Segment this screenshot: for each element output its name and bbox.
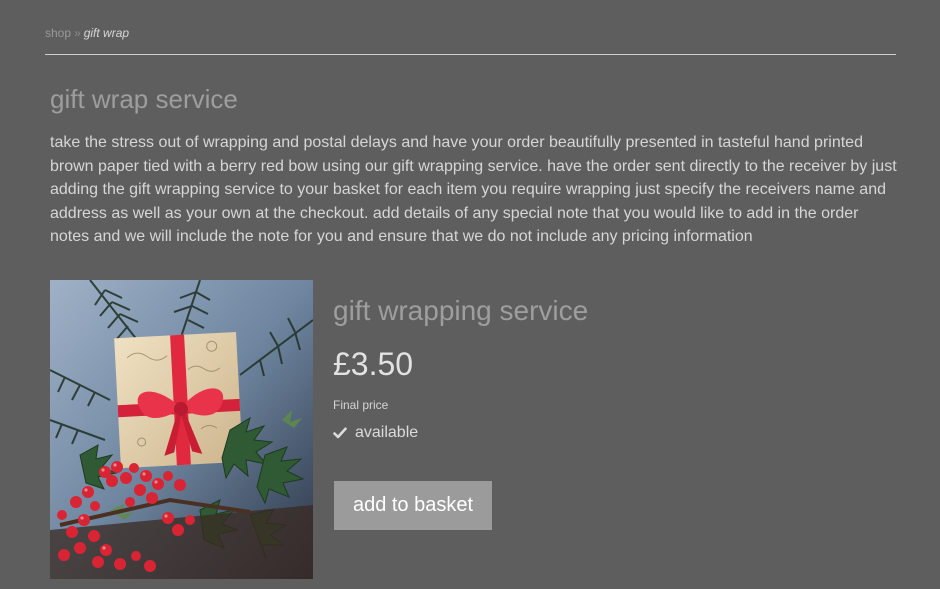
price-note: Final price [333,398,389,412]
availability-label: available [355,424,419,441]
breadcrumb-separator: » [74,26,81,40]
product-image[interactable] [50,280,313,579]
availability-status: available [333,424,418,442]
product-page: shop» gift wrap gift wrap service take th… [0,0,940,589]
check-icon [333,427,347,439]
page-description: take the stress out of wrapping and post… [50,134,897,245]
product-price: £3.50 [333,346,414,382]
gift-parcel-photo [50,280,313,579]
header-divider [45,54,896,55]
breadcrumb: shop» gift wrap [45,26,129,40]
page-title: gift wrap service [50,84,238,114]
breadcrumb-current: gift wrap [83,26,130,40]
product-name: gift wrapping service [333,295,589,326]
add-to-basket-button[interactable]: add to basket [334,481,492,530]
breadcrumb-shop-link[interactable]: shop [45,26,71,40]
